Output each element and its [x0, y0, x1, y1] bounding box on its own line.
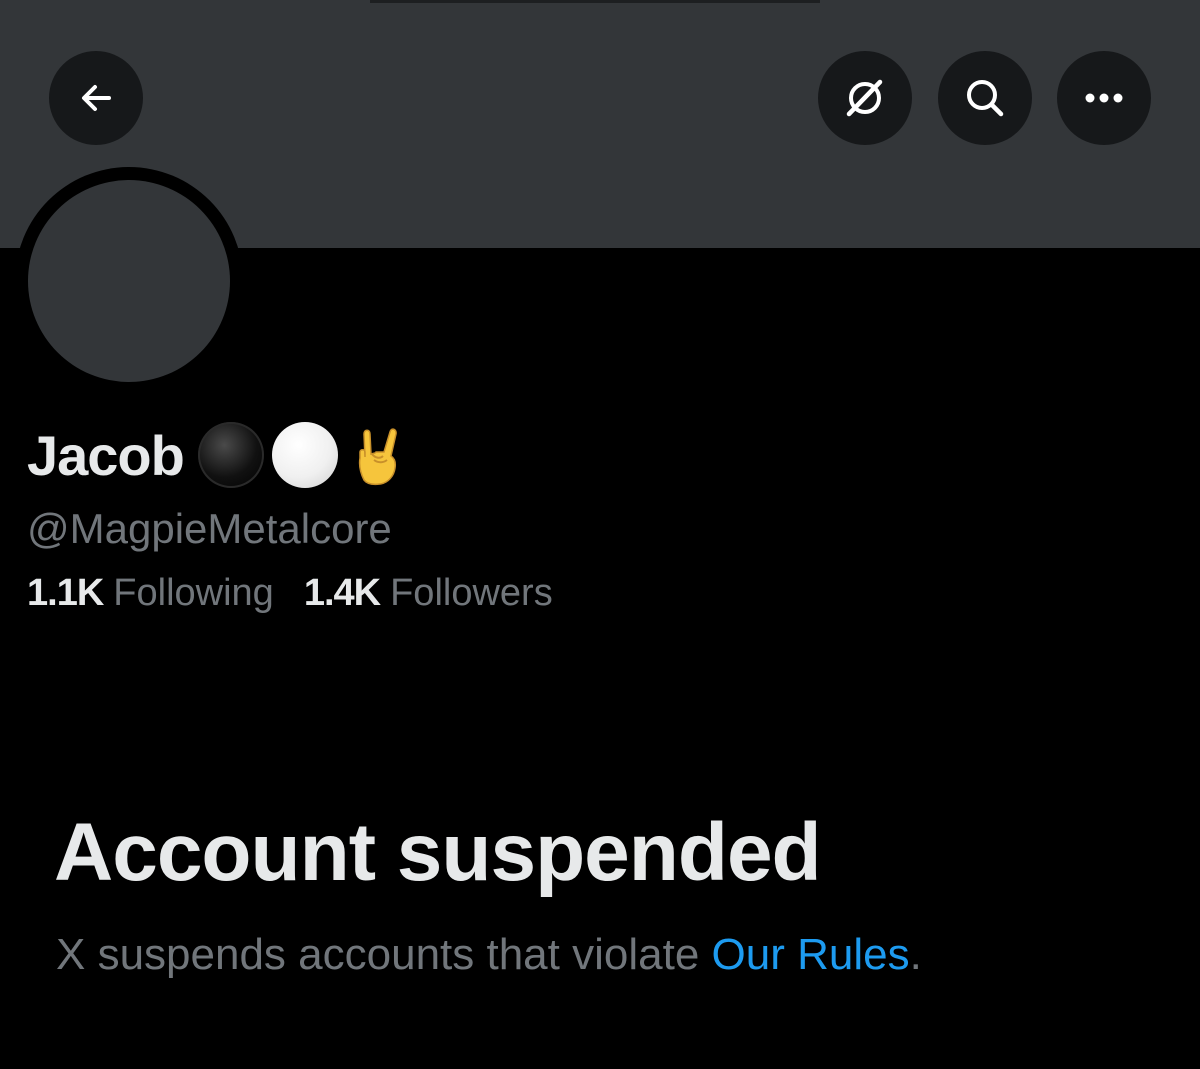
- white-circle-emoji: [271, 422, 338, 488]
- grok-button[interactable]: [818, 51, 912, 145]
- search-icon: [961, 74, 1009, 122]
- arrow-left-icon: [76, 78, 116, 118]
- sign-of-the-horns-emoji: [350, 422, 408, 488]
- suspension-message-period: .: [909, 930, 922, 979]
- status-bar-edge: [370, 0, 820, 3]
- black-circle-emoji: [197, 422, 264, 488]
- name-row: Jacob: [27, 418, 408, 492]
- grok-icon: [840, 73, 890, 123]
- display-name: Jacob: [27, 423, 185, 487]
- followers-label: Followers: [390, 572, 553, 614]
- more-horizontal-icon: [1082, 92, 1126, 104]
- suspension-message-text: X suspends accounts that violate: [56, 930, 712, 979]
- more-options-button[interactable]: [1057, 51, 1151, 145]
- followers-count: 1.4K: [303, 572, 381, 614]
- back-button[interactable]: [49, 51, 143, 145]
- suspension-message: X suspends accounts that violate Our Rul…: [56, 930, 922, 980]
- our-rules-link[interactable]: Our Rules: [712, 930, 910, 979]
- follow-stats: 1.1K Following 1.4K Followers: [27, 572, 553, 615]
- following-label: Following: [113, 572, 274, 614]
- following-link[interactable]: 1.1K Following: [27, 572, 274, 615]
- suspension-title: Account suspended: [54, 807, 822, 898]
- followers-link[interactable]: 1.4K Followers: [304, 572, 553, 615]
- following-count: 1.1K: [27, 572, 104, 614]
- user-handle: @MagpieMetalcore: [27, 505, 392, 552]
- avatar[interactable]: [28, 180, 230, 382]
- search-button[interactable]: [938, 51, 1032, 145]
